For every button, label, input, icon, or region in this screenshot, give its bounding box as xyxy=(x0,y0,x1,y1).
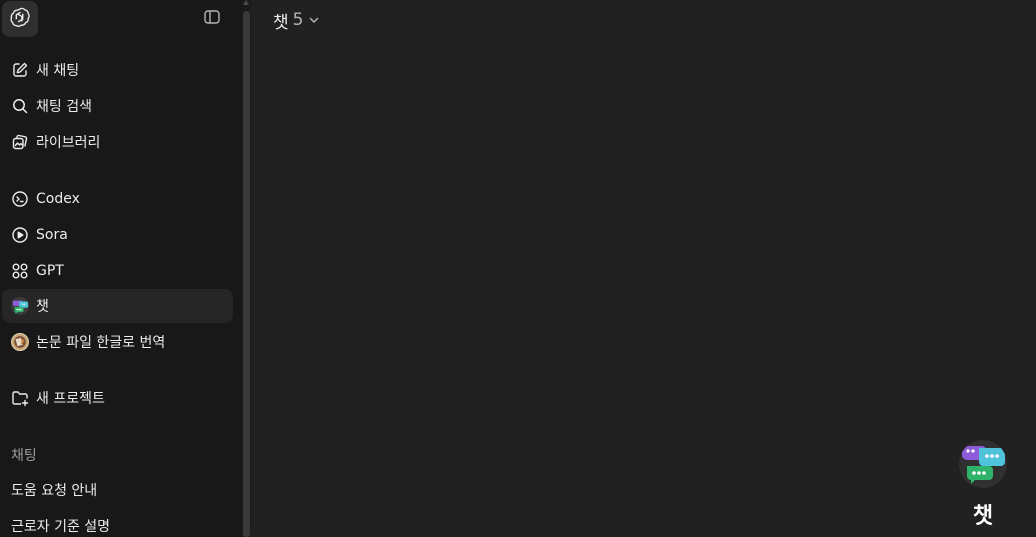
sora-play-icon xyxy=(11,226,29,244)
gpt-intro: 챗 xyxy=(957,440,1009,530)
gpt-title: 챗 xyxy=(972,504,994,529)
new-chat-button[interactable]: 새 채팅 xyxy=(2,53,233,87)
codex-icon xyxy=(11,190,29,208)
chat-history-item[interactable]: 도움 요청 안내 xyxy=(2,473,233,507)
scroll-thumb[interactable] xyxy=(243,11,250,537)
paper-translator-avatar-icon xyxy=(11,333,29,351)
search-chats-button[interactable]: 채팅 검색 xyxy=(2,89,233,123)
openai-logo-icon xyxy=(9,6,31,32)
gpt-item-paper-translator[interactable]: 논문 파일 한글로 번역 xyxy=(2,325,233,359)
codex-button[interactable]: Codex xyxy=(2,182,233,216)
search-chats-label: 채팅 검색 xyxy=(36,99,92,115)
sidebar-scrollbar[interactable] xyxy=(242,0,251,537)
model-selector[interactable]: 챗 5 xyxy=(273,7,320,33)
library-button[interactable]: 라이브러리 xyxy=(2,125,233,159)
scroll-up-arrow-icon[interactable] xyxy=(243,0,249,5)
sidebar-toggle-icon xyxy=(203,8,221,30)
chat-history-item[interactable]: 근로자 기준 설명 xyxy=(2,509,233,537)
gpt-grid-icon xyxy=(11,262,29,280)
gpt-explore-button[interactable]: GPT xyxy=(2,254,233,288)
search-icon xyxy=(11,97,29,115)
new-project-button[interactable]: 새 프로젝트 xyxy=(2,381,233,415)
sora-button[interactable]: Sora xyxy=(2,218,233,252)
gpt-item-chat-label: 챗 xyxy=(36,299,49,315)
library-label: 라이브러리 xyxy=(36,135,101,151)
openai-logo-button[interactable] xyxy=(2,1,38,37)
chat-bubbles-avatar-icon xyxy=(11,297,29,315)
chevron-down-icon xyxy=(308,14,320,26)
sidebar-toggle-button[interactable] xyxy=(202,9,222,29)
model-version: 5 xyxy=(292,10,304,30)
edit-icon xyxy=(11,61,29,79)
chats-section-heading: 채팅 xyxy=(11,448,37,464)
model-name: 챗 xyxy=(273,12,289,33)
sidebar-header xyxy=(0,0,242,40)
main-content: 챗 5 챗 xyxy=(251,0,1036,537)
chat-bubbles-avatar-icon xyxy=(959,440,1007,488)
gpt-item-chat[interactable]: 챗 xyxy=(2,289,233,323)
app-window: 새 채팅 채팅 검색 라이브러리 Codex Sora GPT 챗 논문 파일 … xyxy=(0,0,1036,537)
codex-label: Codex xyxy=(36,191,80,207)
folder-plus-icon xyxy=(11,389,29,407)
gpt-item-paper-translator-label: 논문 파일 한글로 번역 xyxy=(36,335,166,351)
sora-label: Sora xyxy=(36,227,68,243)
library-icon xyxy=(11,133,29,151)
new-chat-label: 새 채팅 xyxy=(36,63,80,79)
new-project-label: 새 프로젝트 xyxy=(36,391,105,407)
sidebar: 새 채팅 채팅 검색 라이브러리 Codex Sora GPT 챗 논문 파일 … xyxy=(0,0,242,537)
gpt-explore-label: GPT xyxy=(36,263,64,279)
